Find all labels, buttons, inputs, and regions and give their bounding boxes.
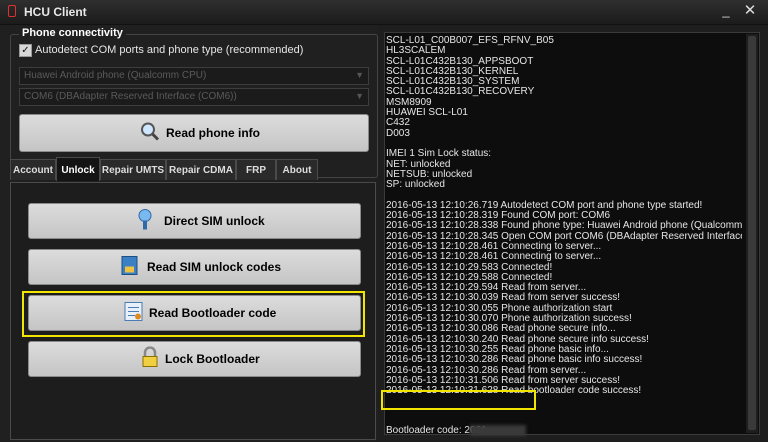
- chevron-down-icon: ▼: [355, 70, 364, 80]
- log-line: SCL-L01C432B130_RECOVERY: [386, 86, 535, 98]
- app-phone-icon: [8, 5, 16, 17]
- com-port-select[interactable]: COM6 (DBAdapter Reserved Interface (COM6…: [19, 88, 369, 106]
- chevron-down-icon: ▼: [355, 91, 364, 101]
- direct-sim-unlock-label: Direct SIM unlock: [164, 214, 265, 228]
- redacted-code-blur: [470, 425, 526, 436]
- tab-frp[interactable]: FRP: [236, 159, 276, 180]
- tab-account[interactable]: Account: [10, 159, 56, 180]
- read-phone-info-label: Read phone info: [166, 126, 260, 140]
- phone-type-select[interactable]: Huawei Android phone (Qualcomm CPU) ▼: [19, 67, 369, 85]
- read-sim-unlock-codes-button[interactable]: Read SIM unlock codes: [28, 249, 361, 285]
- highlight-box: [22, 291, 365, 337]
- lock-bootloader-label: Lock Bootloader: [165, 352, 260, 366]
- codebook-icon: [120, 255, 140, 280]
- lock-bootloader-button[interactable]: Lock Bootloader: [28, 341, 361, 377]
- padlock-icon: [141, 346, 159, 372]
- autodetect-checkbox[interactable]: ✓: [19, 44, 32, 57]
- window-title: HCU Client: [24, 5, 87, 19]
- log-line: 2016-05-13 12:10:30.286 Read phone basic…: [386, 354, 643, 366]
- com-port-value: COM6 (DBAdapter Reserved Interface (COM6…: [24, 91, 237, 102]
- tab-unlock[interactable]: Unlock: [56, 157, 100, 181]
- title-bar: HCU Client _ ✕: [0, 0, 768, 25]
- log-line: D003: [386, 127, 410, 139]
- direct-sim-unlock-button[interactable]: Direct SIM unlock: [28, 203, 361, 239]
- close-button[interactable]: ✕: [738, 1, 762, 21]
- log-line: 2016-05-13 12:10:28.461 Connecting to se…: [386, 251, 602, 263]
- tab-repair-umts[interactable]: Repair UMTS: [100, 159, 166, 180]
- tab-about[interactable]: About: [276, 159, 318, 180]
- magnifier-icon: [140, 122, 160, 145]
- log-line: C432: [386, 117, 410, 129]
- read-sim-unlock-codes-label: Read SIM unlock codes: [147, 260, 282, 274]
- group-title: Phone connectivity: [19, 27, 126, 39]
- sim-key-icon: [135, 209, 155, 234]
- read-phone-info-button[interactable]: Read phone info: [19, 114, 369, 152]
- log-scrollbar[interactable]: [746, 34, 758, 433]
- log-line: HUAWEI SCL-L01: [386, 107, 468, 119]
- autodetect-label[interactable]: Autodetect COM ports and phone type (rec…: [35, 44, 303, 56]
- log-output[interactable]: SCL-L01_C00B007_EFS_RFNV_B05 HL3SCALEM SCL…: [384, 32, 760, 436]
- bootloader-highlight-box: [381, 390, 536, 410]
- log-line: SP: unlocked: [386, 179, 445, 191]
- tab-repair-cdma[interactable]: Repair CDMA: [166, 159, 236, 180]
- left-panel: Phone connectivity ✓ Autodetect COM port…: [0, 25, 378, 442]
- minimize-button[interactable]: _: [714, 1, 738, 21]
- log-text: SCL-L01_C00B007_EFS_RFNV_B05 HL3SCALEM SCL…: [385, 36, 742, 407]
- scroll-thumb[interactable]: [748, 36, 756, 430]
- phone-type-value: Huawei Android phone (Qualcomm CPU): [24, 70, 207, 81]
